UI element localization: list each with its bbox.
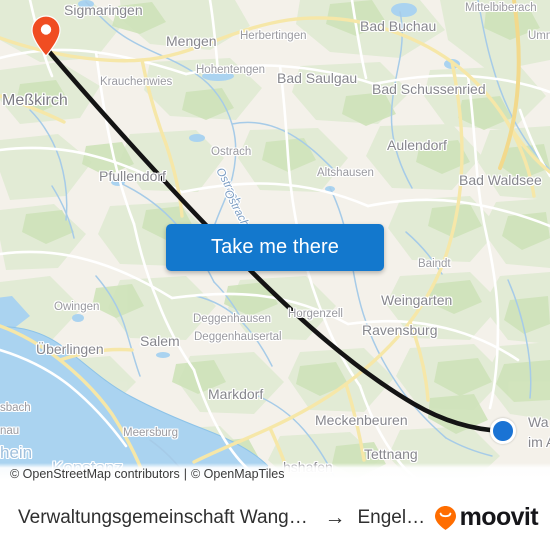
moovit-route-map-screen: Sigmaringen Mengen Herbertingen Bad Buchau M… <box>0 0 550 550</box>
map-canvas[interactable]: Sigmaringen Mengen Herbertingen Bad Buchau M… <box>0 0 550 485</box>
arrow-right-icon: → <box>324 506 346 529</box>
footer-destination-name: Engelsw... <box>357 506 432 528</box>
footer-origin-name: Verwaltungsgemeinschaft Wangen Im ... <box>18 506 312 528</box>
moovit-logo[interactable]: moovit <box>433 503 539 532</box>
destination-dot[interactable] <box>490 418 516 444</box>
route-footer-bar: Verwaltungsgemeinschaft Wangen Im ... → … <box>0 485 550 550</box>
moovit-pin-icon <box>434 505 456 530</box>
take-me-there-button[interactable]: Take me there <box>166 224 384 271</box>
moovit-wordmark: moovit <box>459 503 539 531</box>
